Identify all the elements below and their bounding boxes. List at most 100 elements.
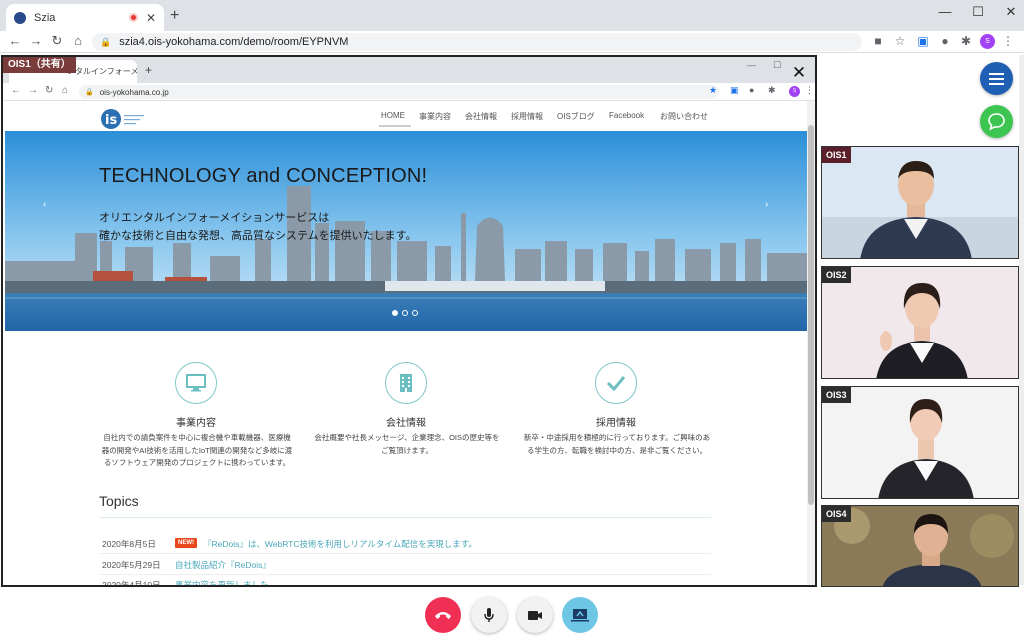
inner-forward-icon: →: [28, 85, 38, 96]
address-url: szia4.ois-yokohama.com/demo/room/EYPNVM: [119, 36, 349, 48]
extensions-puzzle-icon[interactable]: ✱: [958, 34, 974, 48]
participant-tile[interactable]: OIS3: [821, 386, 1019, 499]
participant-name: OIS1: [822, 147, 851, 163]
inner-address-url: ois-yokohama.co.jp: [99, 87, 169, 97]
topic-date: 2020年8月5日: [102, 539, 156, 549]
shared-screen-label: OIS1（共有）: [3, 57, 76, 73]
window-close-icon[interactable]: ✕: [996, 4, 1024, 20]
site-favicon-icon: [14, 11, 26, 24]
nav-facebook: Facebook: [609, 111, 645, 120]
feature-title-business: 事業内容: [176, 418, 216, 429]
menu-button[interactable]: [980, 62, 1013, 95]
svg-text:is: is: [105, 113, 117, 128]
topic-link: 『ReDois』は、WebRTC技術を利用しリアルタイム配信を実現します。: [203, 539, 477, 549]
inner-home-icon: ⌂: [62, 85, 69, 96]
inner-new-tab-icon: +: [145, 63, 153, 77]
chat-button[interactable]: [980, 105, 1013, 138]
lock-icon: 🔒: [100, 36, 112, 47]
chat-bubble-icon: [988, 113, 1005, 131]
hang-up-button[interactable]: [425, 597, 461, 633]
profile-avatar[interactable]: S: [980, 34, 995, 49]
inner-menu-icon: ⋮: [805, 85, 814, 95]
inner-scrollbar-thumb: [808, 125, 814, 505]
participant-video: [822, 387, 1018, 498]
inner-bookmark-star-icon: ★: [709, 85, 718, 95]
feature-building-icon: [385, 362, 427, 404]
camera-indicator-icon[interactable]: ■: [870, 34, 886, 48]
home-icon[interactable]: ⌂: [70, 33, 86, 48]
hero-subtitle-line-2: 確かな技術と自由な発想、高品質なシステムを提供いたします。: [99, 230, 417, 242]
bookmark-star-icon[interactable]: ☆: [892, 34, 908, 48]
extension-1-icon[interactable]: ▣: [915, 34, 931, 48]
inner-tab-title: ンタルインフォーメイション: [67, 67, 137, 76]
participant-video: [822, 267, 1018, 378]
topic-date: 2020年5月29日: [102, 560, 161, 570]
screen-share-icon: [571, 609, 589, 622]
feature-desc-company: 会社概要や社長メッセージ、企業理念、OISの歴史等を ご覧頂けます。: [314, 433, 500, 455]
nav-home: HOME: [381, 111, 405, 120]
reload-icon[interactable]: ↻: [49, 33, 65, 49]
address-bar[interactable]: 🔒 szia4.ois-yokohama.com/demo/room/EYPNV…: [92, 33, 862, 51]
outer-tab-title: Szia: [34, 11, 56, 24]
nav-company: 会社情報: [465, 112, 497, 121]
nav-recruit: 採用情報: [511, 112, 543, 121]
participant-name: OIS3: [822, 387, 851, 403]
hero-title: TECHNOLOGY and CONCEPTION!: [99, 165, 428, 187]
forward-icon[interactable]: →: [28, 33, 44, 48]
video-camera-icon: [528, 610, 542, 620]
maximize-icon[interactable]: ☐: [963, 4, 993, 20]
hero-subtitle-line-1: オリエンタルインフォーメイションサービスは: [99, 212, 330, 224]
microphone-icon: [484, 608, 494, 622]
carousel-dot: [412, 310, 418, 316]
feature-title-recruit: 採用情報: [596, 418, 636, 429]
browser-menu-icon[interactable]: ⋮: [1000, 34, 1016, 48]
inner-lock-icon: 🔒: [85, 89, 94, 96]
minimize-icon[interactable]: —: [930, 4, 960, 19]
participant-name: OIS4: [822, 506, 851, 522]
inner-maximize-icon: ☐: [773, 60, 782, 70]
back-icon[interactable]: ←: [7, 33, 23, 48]
inner-address-bar: 🔒 ois-yokohama.co.jp: [79, 85, 719, 99]
new-badge: NEW!: [175, 538, 197, 548]
recording-icon: [128, 13, 138, 22]
feature-monitor-icon: [175, 362, 217, 404]
inner-profile-avatar: S: [789, 86, 800, 97]
carousel-dot: [402, 310, 408, 316]
inner-extension-1-icon: ▣: [730, 85, 739, 95]
participants-scrollbar[interactable]: [1019, 55, 1024, 585]
participant-tile[interactable]: OIS4: [821, 505, 1019, 587]
feature-desc-business: 自社内での請負案件を中心に複合機や車載機器、医療機 器の開発やAI技術を活用したI…: [101, 433, 293, 467]
hang-up-icon: [435, 612, 451, 619]
extension-2-icon[interactable]: ●: [937, 34, 953, 48]
ois-logo: is: [101, 109, 144, 129]
carousel-dot-active: [392, 310, 398, 316]
nav-business: 事業内容: [419, 112, 451, 121]
participant-tile[interactable]: OIS1: [821, 146, 1019, 259]
inner-puzzle-icon: ✱: [768, 85, 776, 95]
topics-heading: Topics: [99, 493, 139, 509]
hero-next-arrow-icon: ›: [765, 199, 769, 210]
nav-contact: お問い合わせ: [660, 112, 708, 121]
camera-button[interactable]: [517, 597, 553, 633]
participant-name: OIS2: [822, 267, 851, 283]
feature-title-company: 会社情報: [386, 418, 426, 429]
feature-check-icon: [595, 362, 637, 404]
new-tab-icon[interactable]: +: [170, 7, 179, 25]
outer-tab[interactable]: Szia ✕: [6, 4, 164, 31]
participant-video: [822, 147, 1018, 258]
inner-reload-icon: ↻: [45, 85, 54, 96]
screen-share-button[interactable]: [562, 597, 598, 633]
inner-minimize-icon: —: [747, 60, 756, 70]
website-content: is HOME 事業内容 会社情報 採用情報 OISブログ Facebook お…: [3, 101, 807, 587]
inner-extension-2-icon: ●: [749, 85, 755, 95]
hero-prev-arrow-icon: ‹: [43, 199, 47, 210]
close-tab-icon[interactable]: ✕: [146, 11, 156, 25]
nav-blog: OISブログ: [557, 112, 595, 121]
participant-tile[interactable]: OIS2: [821, 266, 1019, 379]
nav-active-underline: [379, 125, 411, 127]
topic-link: 事業内容を更新しました: [175, 580, 269, 587]
topic-date: 2020年4月10日: [102, 580, 161, 587]
microphone-button[interactable]: [471, 597, 507, 633]
feature-desc-recruit: 新卒・中途採用を積極的に行っております。ご興味のあ る学生の方、転職を検討中の方、…: [523, 433, 711, 455]
inner-back-icon: ←: [11, 85, 21, 96]
